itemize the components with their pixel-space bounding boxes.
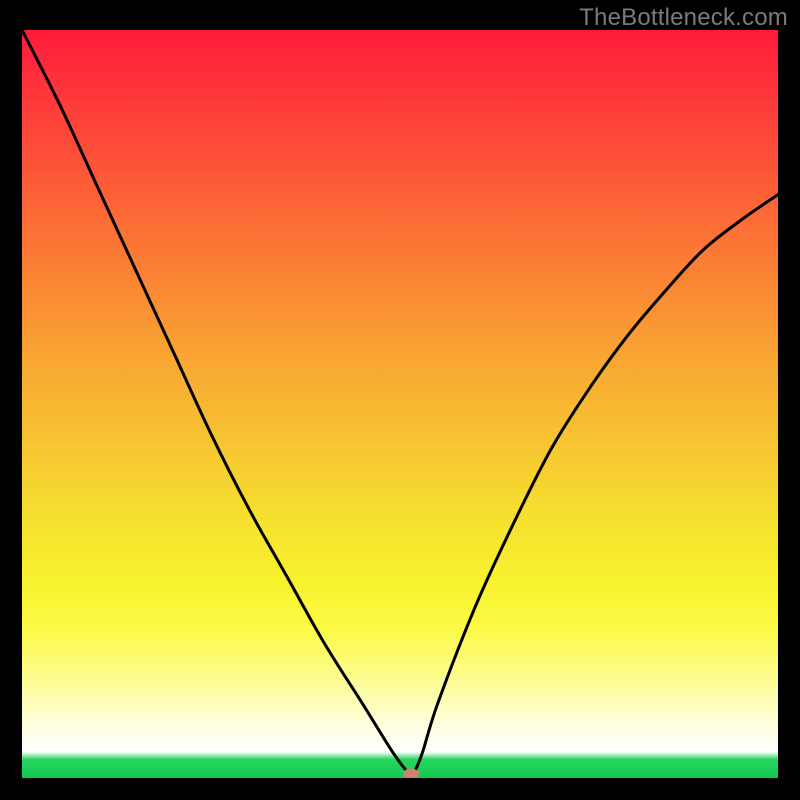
plot-area: [22, 30, 778, 778]
chart-frame: TheBottleneck.com: [0, 0, 800, 800]
curve-svg: [22, 30, 778, 778]
watermark-text: TheBottleneck.com: [579, 4, 788, 32]
bottleneck-curve: [22, 30, 778, 775]
minimum-marker: [403, 768, 419, 778]
